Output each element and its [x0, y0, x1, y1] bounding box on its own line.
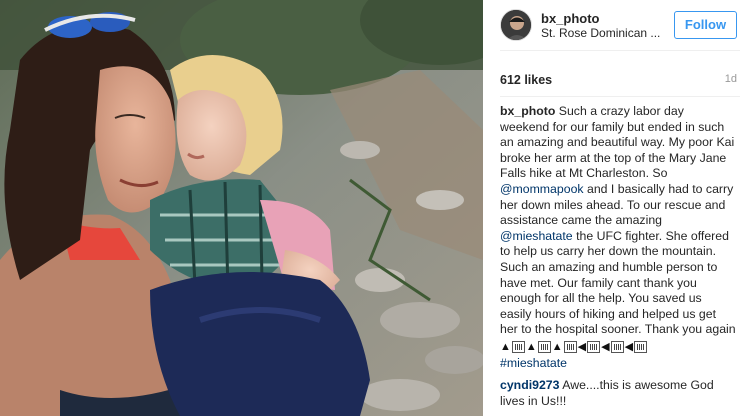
hashtag-link[interactable]: #mieshatate [500, 356, 736, 372]
post-caption: bx_photo Such a crazy labor day weekend … [500, 104, 736, 372]
follow-button[interactable]: Follow [674, 11, 737, 39]
emoji-icon [537, 341, 551, 354]
caption-author[interactable]: bx_photo [500, 104, 555, 118]
comment-author[interactable]: cyndi9273 [500, 378, 559, 392]
comment: cyndi9273 Awe....this is awesome God liv… [500, 378, 736, 409]
likes-row: 612 likes 1d [500, 73, 737, 89]
emoji-icon [511, 341, 525, 354]
post-photo[interactable] [0, 0, 483, 416]
emoji-icon [587, 341, 601, 354]
emoji-icon [634, 341, 648, 354]
emoji-icon [563, 341, 577, 354]
emoji-row: ▲ ▲ ▲ ◀ ◀ ◀ [500, 340, 736, 355]
emoji-icon [610, 341, 624, 354]
post-timestamp[interactable]: 1d [725, 73, 737, 85]
emoji-glyph: ▲ [551, 341, 563, 354]
emoji-glyph: ▲ [525, 341, 537, 354]
caption-text-3: the UFC fighter. She offered to help us … [500, 228, 736, 337]
post-side-panel: bx_photo St. Rose Dominican ... Follow 6… [483, 0, 740, 416]
likes-divider [500, 96, 740, 97]
emoji-glyph: ◀ [601, 341, 610, 354]
post-username[interactable]: bx_photo [541, 11, 600, 26]
emoji-glyph: ◀ [577, 341, 587, 354]
mention-link[interactable]: @mieshatate [500, 229, 573, 243]
post-header: bx_photo St. Rose Dominican ... Follow [483, 0, 740, 50]
likes-count[interactable]: 612 likes [500, 73, 552, 87]
post-location[interactable]: St. Rose Dominican ... [541, 26, 660, 40]
emoji-glyph: ▲ [500, 341, 511, 354]
avatar[interactable] [500, 9, 532, 41]
emoji-glyph: ◀ [624, 341, 634, 354]
header-divider [500, 50, 740, 51]
mention-link[interactable]: @mommapook [500, 182, 584, 196]
